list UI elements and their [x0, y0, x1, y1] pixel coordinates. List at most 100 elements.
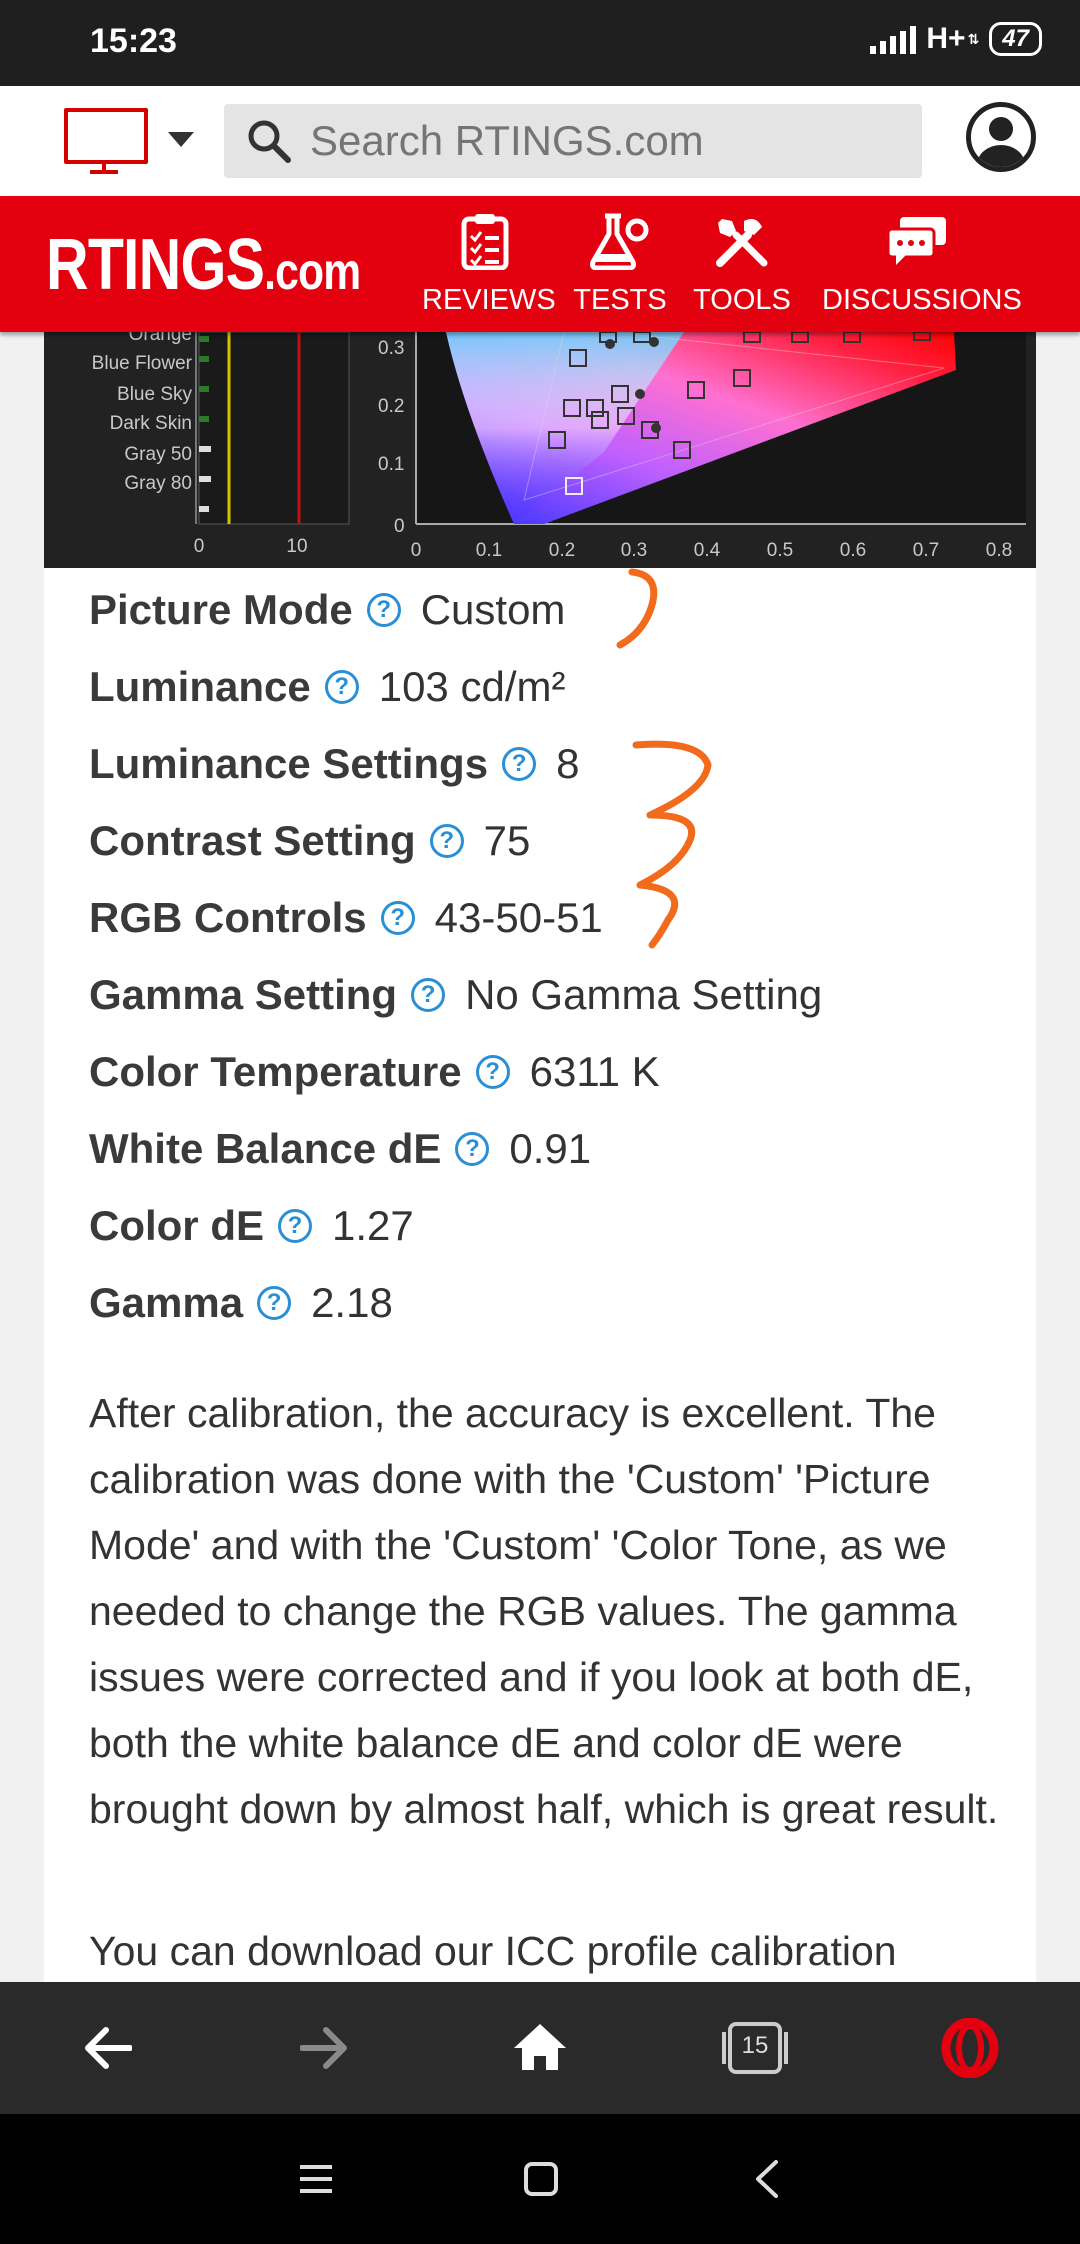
spec-row: Picture Mode ? Custom	[89, 586, 565, 634]
status-bar: 15:23 H+ ⇅ 47	[0, 0, 1080, 86]
back-chevron-icon[interactable]	[754, 2160, 780, 2203]
help-icon[interactable]: ?	[278, 1209, 312, 1243]
calibration-chart-image: Orange Blue Flower Blue Sky Dark Skin Gr…	[44, 332, 1036, 568]
data-arrows-icon: ⇅	[967, 30, 980, 47]
spec-row: Color dE ? 1.27	[89, 1202, 414, 1250]
clipboard-icon	[422, 210, 548, 272]
battery-level: 47	[1002, 25, 1029, 52]
nav-tests-label: TESTS	[573, 284, 667, 316]
device-category-dropdown[interactable]	[64, 108, 194, 174]
chart-right-ytick: 0.1	[378, 454, 404, 475]
chart-left-label: Dark Skin	[110, 413, 192, 434]
nav-discussions[interactable]: DISCUSSIONS	[822, 210, 1022, 317]
nav-tests[interactable]: TESTS	[572, 210, 668, 317]
nav-reviews-label: REVIEWS	[422, 284, 556, 316]
tabs-icon[interactable]: 15	[722, 2018, 788, 2083]
chart-right-xtick: 0.6	[840, 540, 866, 561]
review-paragraph: After calibration, the accuracy is excel…	[89, 1390, 999, 1832]
spec-label: Gamma Setting	[89, 971, 398, 1018]
spec-label: Luminance	[89, 663, 311, 710]
logo-suffix: .com	[264, 243, 361, 301]
spec-value: 0.91	[509, 1125, 592, 1172]
spec-label: Picture Mode	[89, 586, 353, 633]
spec-label: Color Temperature	[89, 1048, 462, 1095]
chart-right-ytick: 0.3	[378, 338, 404, 359]
tools-icon	[690, 210, 794, 272]
battery-icon: 47	[989, 22, 1042, 56]
spec-row: Gamma Setting ? No Gamma Setting	[89, 971, 822, 1019]
flask-icon	[572, 210, 668, 272]
help-icon[interactable]: ?	[324, 670, 359, 704]
spec-row: Color Temperature ? 6311 K	[89, 1048, 660, 1096]
help-icon[interactable]: ?	[380, 901, 415, 935]
status-right: H+ ⇅ 47	[870, 22, 1042, 56]
spec-row: Luminance Settings ? 8	[89, 740, 579, 788]
account-avatar-icon[interactable]	[966, 102, 1036, 172]
spec-value: No Gamma Setting	[465, 971, 823, 1018]
chat-icon	[822, 210, 1012, 272]
spec-row: Luminance ? 103 cd/m²	[89, 663, 565, 711]
spec-label: Color dE	[89, 1202, 264, 1249]
chart-right-xtick: 0.4	[694, 540, 721, 561]
spec-row: Gamma ? 2.18	[89, 1279, 393, 1327]
person-icon	[977, 117, 1025, 167]
nav-tools[interactable]: TOOLS	[690, 210, 794, 317]
monitor-base	[90, 170, 118, 174]
site-header: RTINGS.com REVIEWS TESTS TOOLS DISCUSSIO…	[0, 196, 1080, 332]
chart-right-xtick: 0.8	[986, 540, 1012, 561]
chart-right-xtick: 0.3	[621, 540, 647, 561]
browser-toolbar: 15	[0, 1982, 1080, 2114]
rtings-logo[interactable]: RTINGS.com	[46, 224, 361, 306]
nav-tools-label: TOOLS	[693, 284, 791, 316]
logo-text: RTINGS	[46, 225, 265, 305]
help-icon[interactable]: ?	[475, 1055, 510, 1089]
help-icon[interactable]: ?	[257, 1286, 292, 1320]
home-square-icon[interactable]	[524, 2162, 558, 2201]
chart-right-ytick: 0.2	[378, 396, 404, 417]
spec-value: 1.27	[332, 1202, 414, 1249]
help-icon[interactable]: ?	[411, 978, 446, 1012]
chart-left-label: Orange	[129, 332, 192, 345]
chart-left-xtick: 10	[286, 536, 307, 557]
spec-label: Gamma	[89, 1279, 244, 1326]
forward-arrow-icon[interactable]	[299, 2026, 348, 2075]
tabs-count: 15	[741, 2032, 769, 2059]
spec-value: 6311 K	[529, 1048, 660, 1095]
spec-row: RGB Controls ? 43-50-51	[89, 894, 603, 942]
chart-right-ytick: 0	[394, 516, 405, 537]
chart-right-xtick: 0.7	[913, 540, 939, 561]
spec-row: Contrast Setting ? 75	[89, 817, 530, 865]
chart-right-xtick: 0.5	[767, 540, 793, 561]
top-search-bar	[0, 86, 1080, 196]
spec-value: 103 cd/m²	[378, 663, 566, 710]
chart-left-label: Blue Sky	[117, 384, 192, 405]
spec-label: Luminance Settings	[89, 740, 489, 787]
caret-down-icon	[168, 132, 194, 147]
opera-menu-icon[interactable]	[940, 2017, 1000, 2083]
back-arrow-icon[interactable]	[84, 2026, 133, 2075]
network-type: H+	[926, 22, 966, 55]
search-box[interactable]	[224, 104, 922, 178]
monitor-icon	[64, 108, 148, 164]
spec-label: White Balance dE	[89, 1125, 442, 1172]
recents-menu-icon[interactable]	[298, 2164, 334, 2199]
search-input[interactable]	[308, 116, 872, 166]
review-paragraph-partial: You can download our ICC profile calibra…	[89, 1928, 897, 1974]
signal-icon	[870, 24, 917, 54]
help-icon[interactable]: ?	[455, 1132, 490, 1166]
nav-reviews[interactable]: REVIEWS	[422, 210, 556, 317]
help-icon[interactable]: ?	[429, 824, 464, 858]
spec-value: 8	[556, 740, 580, 787]
home-icon[interactable]	[512, 2022, 568, 2077]
help-icon[interactable]: ?	[366, 593, 401, 627]
chart-right-xtick: 0	[411, 540, 422, 561]
chart-right-xtick: 0.1	[476, 540, 502, 561]
chart-left-label: Gray 80	[124, 473, 192, 494]
spec-value: 75	[483, 817, 531, 864]
review-content: Picture Mode ? Custom Luminance ? 103 cd…	[44, 568, 1036, 1982]
chart-left-label: Gray 50	[124, 444, 192, 465]
nav-discussions-label: DISCUSSIONS	[822, 284, 1022, 316]
help-icon[interactable]: ?	[502, 747, 537, 781]
spec-value: Custom	[420, 586, 566, 633]
chart-right-xtick: 0.2	[549, 540, 575, 561]
